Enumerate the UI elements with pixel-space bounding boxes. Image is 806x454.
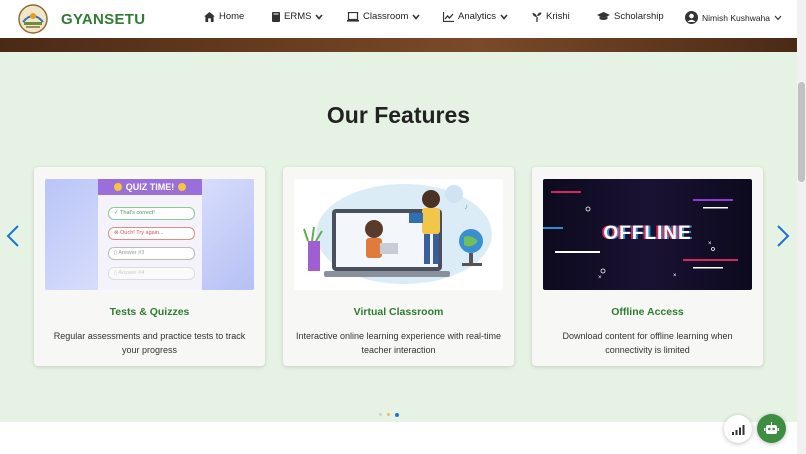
chevron-down-icon [774,15,782,20]
chatbot-button[interactable] [757,414,786,443]
nav-home-label: Home [219,11,245,22]
nav-classroom-label: Classroom [363,11,409,22]
card-title: Tests & Quizzes [109,306,190,318]
offline-word: OFFLINE [603,223,692,244]
quiz-panel: QUIZ TIME! ✓ That's correct! ⊗ Ouch! Try… [98,179,202,290]
nav-krishi-label: Krishi [546,11,570,22]
virtual-classroom-illustration: ♪ [294,179,503,290]
quiz-option: ⊗ Ouch! Try again... [108,227,195,240]
card-description: Interactive online learning experience w… [295,331,502,355]
emoji-icon [178,183,187,191]
nav-krishi[interactable]: Krishi [532,11,570,22]
network-status-button[interactable] [724,415,752,443]
quiz-option: ✓ That's correct! [108,207,195,220]
brand-logo-link[interactable]: GYANSETU [17,3,145,35]
card-description: Download content for offline learning wh… [562,331,733,355]
book-icon [272,11,280,22]
nav-classroom[interactable]: Classroom [347,11,424,22]
user-circle-icon [685,11,698,24]
top-navbar: GYANSETU Home ERMS Classroom Analytics K… [0,0,797,38]
laptop-icon [347,11,359,22]
card-description: Regular assessments and practice tests t… [53,331,246,355]
home-icon [204,11,215,22]
classroom-scene-icon: ♪ [303,184,492,284]
section-title: Our Features [326,102,471,128]
user-name: Nimish Kushwaha [702,12,771,23]
signal-icon [731,424,744,435]
quiz-option-text: That's correct! [120,210,155,216]
carousel-indicators [379,413,399,417]
emoji-icon [113,183,122,191]
features-section: Our Features QUIZ TIME! ✓ That's correct… [0,52,797,422]
quiz-option-text: Ouch! Try again... [120,230,164,236]
seedling-icon [532,11,542,22]
gyansetu-emblem-icon [18,4,48,34]
card-title: Virtual Classroom [353,306,444,318]
robot-icon [764,422,779,434]
chevron-down-icon [500,13,508,20]
hero-image-strip [0,38,797,52]
quiz-option: ▯ Answer #4 [108,267,195,280]
quiz-header: QUIZ TIME! [98,179,202,195]
scrollbar-thumb[interactable] [798,82,805,182]
nav-scholarship-label: Scholarship [614,11,664,22]
carousel-dot[interactable] [379,413,382,416]
chevron-down-icon [315,13,324,20]
feature-card-tests[interactable]: QUIZ TIME! ✓ That's correct! ⊗ Ouch! Try… [34,167,265,366]
quiz-option-text: Answer #3 [118,250,145,256]
card-title: Offline Access [611,306,684,318]
carousel-dot[interactable] [387,413,390,416]
svg-text:×: × [598,275,602,281]
quiz-option: ▯ Answer #3 [108,247,195,260]
svg-text:♪: ♪ [464,202,468,211]
page-scrollbar[interactable] [797,0,806,454]
brand-name: GYANSETU [61,10,146,28]
nav-home[interactable]: Home [204,11,244,22]
offline-illustration: × × × OFFLINE [543,179,752,290]
feature-card-offline-access[interactable]: × × × OFFLINE Offline Access Download co… [532,167,763,366]
nav-scholarship[interactable]: Scholarship [597,11,664,22]
nav-erms-label: ERMS [284,11,312,22]
carousel-dot-active[interactable] [395,413,399,417]
nav-analytics[interactable]: Analytics [443,11,512,22]
chart-line-icon [443,11,454,22]
quiz-option-text: Answer #4 [118,270,145,276]
chevron-left-icon[interactable] [6,225,20,247]
chevron-right-icon[interactable] [776,225,790,247]
nav-analytics-label: Analytics [458,11,497,22]
graduation-cap-icon [597,12,610,20]
user-menu[interactable]: Nimish Kushwaha [685,11,786,24]
nav-erms[interactable]: ERMS [272,11,327,22]
quiz-illustration: QUIZ TIME! ✓ That's correct! ⊗ Ouch! Try… [45,179,254,290]
svg-text:×: × [673,273,677,279]
quiz-header-text: QUIZ TIME! [125,182,175,192]
feature-card-virtual-classroom[interactable]: ♪ Virtual Classroom Interactive online l… [283,167,514,366]
chevron-down-icon [412,13,421,20]
